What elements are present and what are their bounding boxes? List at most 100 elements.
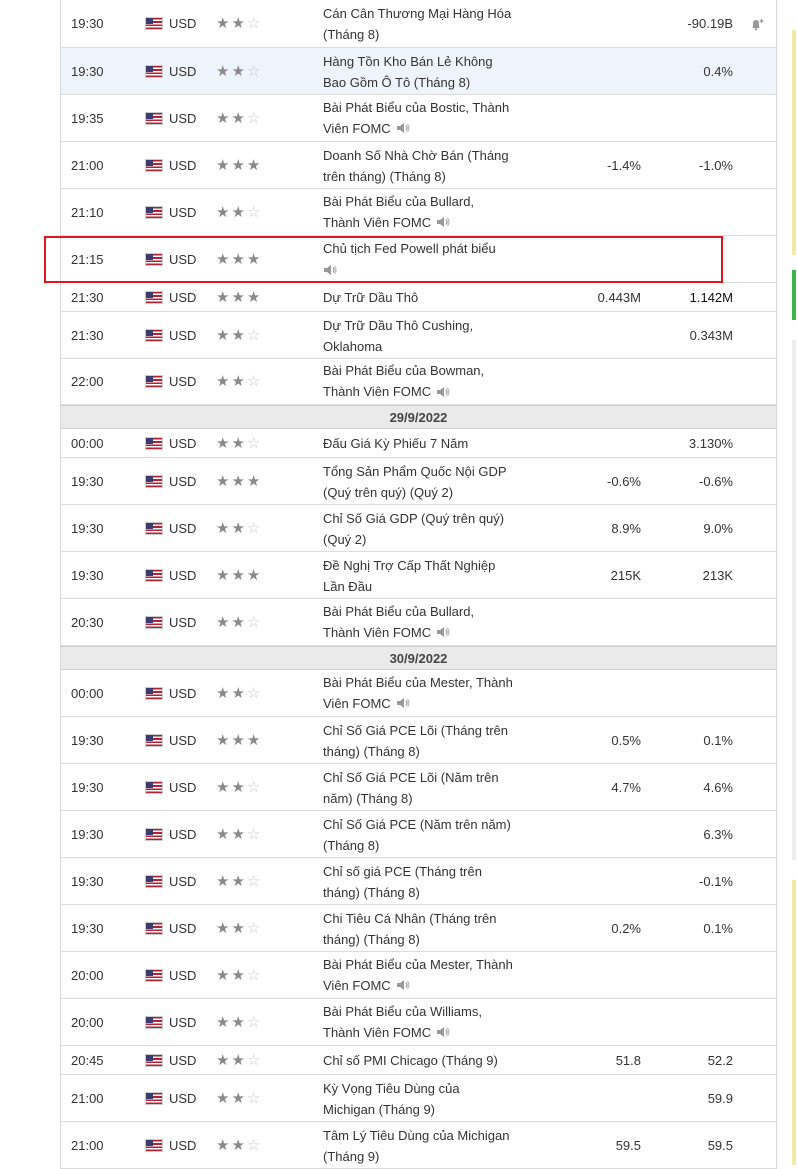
speaker-icon[interactable] (396, 119, 410, 140)
event-cell[interactable]: Cán Cân Thương Mại Hàng Hóa (Tháng 8) (323, 0, 513, 47)
event-cell[interactable]: Chỉ Số Giá PCE Lõi (Tháng trên tháng) (T… (323, 717, 513, 763)
event-cell[interactable]: Dự Trữ Dầu Thô (323, 283, 513, 311)
us-flag-icon (146, 599, 162, 645)
event-name[interactable]: Bài Phát Biểu của Mester, Thành Viên FOM… (323, 957, 513, 993)
event-name[interactable]: Dự Trữ Dầu Thô Cushing, Oklahoma (323, 318, 473, 354)
event-time: 19:30 (71, 873, 104, 889)
speaker-icon[interactable] (436, 623, 450, 644)
event-name[interactable]: Chỉ số giá PCE (Tháng trên tháng) (Tháng… (323, 864, 482, 900)
event-cell[interactable]: Tâm Lý Tiêu Dùng của Michigan (Tháng 9) (323, 1122, 513, 1168)
table-row[interactable]: 19:30 USD ★ ★ ☆ Cán Cân Thương Mại Hàng Hóa (… (61, 0, 776, 48)
table-row[interactable]: 21:30 USD ★ ★ ☆ Dự Trữ Dầu Thô Cushing, Oklah… (61, 312, 776, 359)
event-name[interactable]: Tâm Lý Tiêu Dùng của Michigan (Tháng 9) (323, 1128, 509, 1164)
event-time: 20:00 (71, 1014, 104, 1030)
speaker-icon[interactable] (436, 383, 450, 404)
forecast-value (641, 359, 733, 404)
event-name[interactable]: Dự Trữ Dầu Thô (323, 290, 418, 305)
table-row[interactable]: 19:30 USD ★ ★ ☆ Chỉ Số Giá GDP (Quý trên quý)… (61, 505, 776, 552)
table-row[interactable]: 19:30 USD ★ ★ ☆ Hàng Tồn Kho Bán Lẻ Không Bao… (61, 48, 776, 95)
table-row[interactable]: 21:00 USD ★ ★ ☆ Kỳ Vọng Tiêu Dùng của Michiga… (61, 1075, 776, 1122)
date-header: 30/9/2022 (61, 646, 776, 670)
table-row[interactable]: 21:00 USD ★ ★ ★ Doanh Số Nhà Chờ Bán (Tháng t… (61, 142, 776, 189)
event-name[interactable]: Đề Nghị Trợ Cấp Thất Nghiệp Lần Đầu (323, 558, 495, 594)
event-name[interactable]: Chi Tiêu Cá Nhân (Tháng trên tháng) (Thá… (323, 911, 496, 947)
table-row[interactable]: 19:35 USD ★ ★ ☆ Bài Phát Biểu của Bostic, Thà… (61, 95, 776, 142)
event-name[interactable]: Chỉ số PMI Chicago (Tháng 9) (323, 1053, 498, 1068)
table-row[interactable]: 19:30 USD ★ ★ ★ Tổng Sản Phẩm Quốc Nội GDP (Q… (61, 458, 776, 505)
event-name[interactable]: Bài Phát Biểu của Bowman, Thành Viên FOM… (323, 363, 484, 399)
us-flag-icon (146, 0, 162, 47)
event-cell[interactable]: Bài Phát Biểu của Bullard, Thành Viên FO… (323, 599, 513, 645)
event-name[interactable]: Hàng Tồn Kho Bán Lẻ Không Bao Gồm Ô Tô (… (323, 54, 493, 90)
event-cell[interactable]: Bài Phát Biểu của Williams, Thành Viên F… (323, 999, 513, 1045)
star-icon: ☆ (246, 919, 261, 937)
event-cell[interactable]: Chỉ số giá PCE (Tháng trên tháng) (Tháng… (323, 858, 513, 904)
event-name[interactable]: Bài Phát Biểu của Mester, Thành Viên FOM… (323, 675, 513, 711)
event-name[interactable]: Chỉ Số Giá PCE (Năm trên năm) (Tháng 8) (323, 817, 511, 853)
speaker-icon[interactable] (396, 976, 410, 997)
speaker-icon[interactable] (396, 694, 410, 715)
star-icon: ★ (231, 684, 245, 702)
star-icon: ★ (216, 288, 230, 306)
importance-stars: ★ ★ ☆ (216, 48, 276, 94)
event-cell[interactable]: Chỉ Số Giá PCE Lõi (Năm trên năm) (Tháng… (323, 764, 513, 810)
event-name[interactable]: Kỳ Vọng Tiêu Dùng của Michigan (Tháng 9) (323, 1081, 460, 1117)
event-cell[interactable]: Chỉ Số Giá PCE (Năm trên năm) (Tháng 8) (323, 811, 513, 857)
event-cell[interactable]: Bài Phát Biểu của Mester, Thành Viên FOM… (323, 952, 513, 998)
us-flag-icon (146, 811, 162, 857)
table-row[interactable]: 19:30 USD ★ ★ ☆ Chi Tiêu Cá Nhân (Tháng trên … (61, 905, 776, 952)
bell-add-icon[interactable] (749, 0, 769, 47)
table-row[interactable]: 20:45 USD ★ ★ ☆ Chỉ số PMI Chicago (Tháng 9) 5… (61, 1046, 776, 1075)
event-cell[interactable]: Đấu Giá Kỳ Phiếu 7 Năm (323, 429, 513, 457)
speaker-icon[interactable] (436, 213, 450, 234)
event-name[interactable]: Bài Phát Biểu của Bullard, Thành Viên FO… (323, 194, 474, 230)
table-row[interactable]: 22:00 USD ★ ★ ☆ Bài Phát Biểu của Bowman, Thà… (61, 359, 776, 405)
event-cell[interactable]: Đề Nghị Trợ Cấp Thất Nghiệp Lần Đầu (323, 552, 513, 598)
event-cell[interactable]: Dự Trữ Dầu Thô Cushing, Oklahoma (323, 312, 513, 358)
event-cell[interactable]: Kỳ Vọng Tiêu Dùng của Michigan (Tháng 9) (323, 1075, 513, 1121)
star-icon: ★ (246, 566, 261, 584)
event-name[interactable]: Doanh Số Nhà Chờ Bán (Tháng trên tháng) … (323, 148, 509, 184)
importance-stars: ★ ★ ☆ (216, 1046, 276, 1074)
currency: USD (169, 779, 197, 795)
event-name[interactable]: Bài Phát Biểu của Bostic, Thành Viên FOM… (323, 100, 509, 136)
star-icon: ☆ (246, 203, 261, 221)
event-name[interactable]: Bài Phát Biểu của Bullard, Thành Viên FO… (323, 604, 474, 640)
event-name[interactable]: Cán Cân Thương Mại Hàng Hóa (Tháng 8) (323, 6, 511, 42)
event-name[interactable]: Chỉ Số Giá GDP (Quý trên quý) (Quý 2) (323, 511, 504, 547)
table-row[interactable]: 19:30 USD ★ ★ ★ Đề Nghị Trợ Cấp Thất Nghiệp L… (61, 552, 776, 599)
table-row[interactable]: 20:30 USD ★ ★ ☆ Bài Phát Biểu của Bullard, Th… (61, 599, 776, 646)
star-icon: ★ (216, 966, 230, 984)
us-flag-icon (146, 48, 162, 94)
event-cell[interactable]: Chỉ Số Giá GDP (Quý trên quý) (Quý 2) (323, 505, 513, 551)
event-cell[interactable]: Doanh Số Nhà Chờ Bán (Tháng trên tháng) … (323, 142, 513, 188)
event-cell[interactable]: Bài Phát Biểu của Bostic, Thành Viên FOM… (323, 95, 513, 141)
currency: USD (169, 920, 197, 936)
event-name[interactable]: Bài Phát Biểu của Williams, Thành Viên F… (323, 1004, 482, 1040)
table-row[interactable]: 21:30 USD ★ ★ ★ Dự Trữ Dầu Thô 0.443M 1.142M (61, 283, 776, 312)
event-cell[interactable]: Tổng Sản Phẩm Quốc Nội GDP (Quý trên quý… (323, 458, 513, 504)
table-row[interactable]: 19:30 USD ★ ★ ☆ Chỉ Số Giá PCE (Năm trên năm)… (61, 811, 776, 858)
table-row[interactable]: 19:30 USD ★ ★ ☆ Chỉ Số Giá PCE Lõi (Năm trên … (61, 764, 776, 811)
event-cell[interactable]: Bài Phát Biểu của Bullard, Thành Viên FO… (323, 189, 513, 235)
actual-value (521, 670, 641, 716)
table-row[interactable]: 21:10 USD ★ ★ ☆ Bài Phát Biểu của Bullard, Th… (61, 189, 776, 236)
table-row[interactable]: 20:00 USD ★ ★ ☆ Bài Phát Biểu của Mester, Thà… (61, 952, 776, 999)
table-row[interactable]: 00:00 USD ★ ★ ☆ Bài Phát Biểu của Mester, Thà… (61, 670, 776, 717)
event-cell[interactable]: Chỉ số PMI Chicago (Tháng 9) (323, 1046, 513, 1074)
event-cell[interactable]: Hàng Tồn Kho Bán Lẻ Không Bao Gồm Ô Tô (… (323, 48, 513, 94)
event-cell[interactable]: Bài Phát Biểu của Mester, Thành Viên FOM… (323, 670, 513, 716)
event-name[interactable]: Tổng Sản Phẩm Quốc Nội GDP (Quý trên quý… (323, 464, 506, 500)
event-name[interactable]: Chỉ Số Giá PCE Lõi (Tháng trên tháng) (T… (323, 723, 508, 759)
event-cell[interactable]: Bài Phát Biểu của Bowman, Thành Viên FOM… (323, 359, 513, 404)
table-row[interactable]: 19:30 USD ★ ★ ★ Chỉ Số Giá PCE Lõi (Tháng trê… (61, 717, 776, 764)
event-cell[interactable]: Chi Tiêu Cá Nhân (Tháng trên tháng) (Thá… (323, 905, 513, 951)
speaker-icon[interactable] (436, 1023, 450, 1044)
table-row[interactable]: 00:00 USD ★ ★ ☆ Đấu Giá Kỳ Phiếu 7 Năm 3.130% (61, 429, 776, 458)
event-name[interactable]: Đấu Giá Kỳ Phiếu 7 Năm (323, 436, 468, 451)
table-row[interactable]: 19:30 USD ★ ★ ☆ Chỉ số giá PCE (Tháng trên th… (61, 858, 776, 905)
table-row[interactable]: 21:00 USD ★ ★ ☆ Tâm Lý Tiêu Dùng của Michigan… (61, 1122, 776, 1169)
event-name[interactable]: Chỉ Số Giá PCE Lõi (Năm trên năm) (Tháng… (323, 770, 499, 806)
table-row[interactable]: 20:00 USD ★ ★ ☆ Bài Phát Biểu của Williams, T… (61, 999, 776, 1046)
importance-stars: ★ ★ ☆ (216, 999, 276, 1045)
